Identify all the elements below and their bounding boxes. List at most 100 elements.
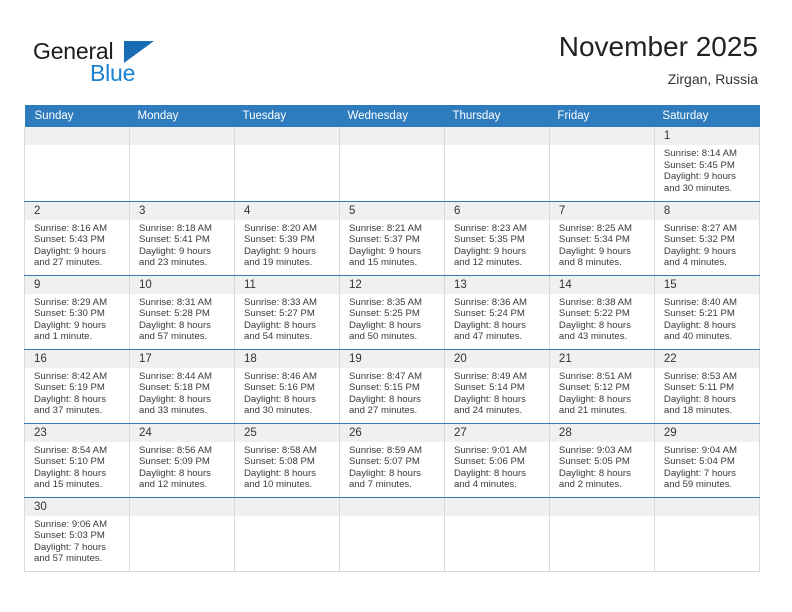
calendar-day-cell[interactable]: 19 Sunrise: 8:47 AM Sunset: 5:15 PM Dayligh… [338, 349, 445, 424]
calendar-day-cell[interactable]: 21 Sunrise: 8:51 AM Sunset: 5:12 PM Dayligh… [548, 349, 655, 424]
calendar-week-row: 16 Sunrise: 8:42 AM Sunset: 5:19 PM Dayligh… [24, 349, 761, 424]
location-subtitle: Zirgan, Russia [667, 71, 758, 87]
day-details: Sunrise: 8:53 AM Sunset: 5:11 PM Daylight:… [655, 368, 759, 417]
daylight-duration-line1: Daylight: 8 hours [558, 393, 631, 405]
day-details: Sunrise: 8:21 AM Sunset: 5:37 PM Daylight:… [340, 220, 444, 269]
day-details: Sunrise: 8:31 AM Sunset: 5:28 PM Daylight:… [130, 294, 234, 343]
calendar-day-cell[interactable]: 23 Sunrise: 8:54 AM Sunset: 5:10 PM Dayligh… [24, 423, 130, 498]
calendar-day-cell[interactable]: 16 Sunrise: 8:42 AM Sunset: 5:19 PM Dayligh… [24, 349, 130, 424]
day-number-placeholder [234, 127, 339, 145]
sunrise-time: Sunrise: 8:25 AM [558, 222, 632, 234]
daylight-duration-line1: Daylight: 9 hours [138, 245, 211, 257]
calendar-day-cell[interactable]: 13 Sunrise: 8:36 AM Sunset: 5:24 PM Dayligh… [443, 275, 550, 350]
day-details: Sunrise: 8:40 AM Sunset: 5:21 PM Daylight:… [655, 294, 759, 343]
daylight-duration-line2: and 43 minutes. [558, 331, 628, 343]
day-details: Sunrise: 9:06 AM Sunset: 5:03 PM Daylight:… [25, 516, 129, 565]
daylight-duration-line1: Daylight: 8 hours [558, 319, 631, 331]
day-details: Sunrise: 8:59 AM Sunset: 5:07 PM Daylight:… [340, 442, 444, 491]
calendar-day-cell[interactable]: 27 Sunrise: 9:01 AM Sunset: 5:06 PM Dayligh… [443, 423, 550, 498]
day-details: Sunrise: 8:27 AM Sunset: 5:32 PM Daylight:… [655, 220, 759, 269]
daylight-duration-line2: and 33 minutes. [138, 405, 208, 417]
calendar-day-cell[interactable]: 11 Sunrise: 8:33 AM Sunset: 5:27 PM Dayligh… [233, 275, 340, 350]
daylight-duration-line2: and 59 minutes. [663, 479, 733, 491]
calendar-cell-empty [548, 497, 655, 572]
daylight-duration-line2: and 10 minutes. [243, 479, 313, 491]
calendar-cell-empty [338, 127, 445, 202]
daylight-duration-line2: and 21 minutes. [558, 405, 628, 417]
sunrise-time: Sunrise: 9:03 AM [558, 444, 632, 456]
calendar-day-cell[interactable]: 20 Sunrise: 8:49 AM Sunset: 5:14 PM Dayligh… [443, 349, 550, 424]
day-details: Sunrise: 8:54 AM Sunset: 5:10 PM Daylight:… [25, 442, 129, 491]
sunrise-time: Sunrise: 8:20 AM [243, 222, 318, 234]
calendar-day-cell[interactable]: 10 Sunrise: 8:31 AM Sunset: 5:28 PM Dayligh… [128, 275, 235, 350]
calendar-day-cell[interactable]: 8 Sunrise: 8:27 AM Sunset: 5:32 PM Daylight… [653, 201, 761, 276]
sunrise-time: Sunrise: 8:42 AM [34, 370, 108, 382]
calendar-day-cell[interactable]: 2 Sunrise: 8:16 AM Sunset: 5:43 PM Daylight… [24, 201, 130, 276]
daylight-duration-line1: Daylight: 7 hours [663, 467, 736, 479]
day-number: 15 [654, 275, 759, 294]
calendar-day-cell[interactable]: 18 Sunrise: 8:46 AM Sunset: 5:16 PM Dayligh… [233, 349, 340, 424]
day-details: Sunrise: 8:25 AM Sunset: 5:34 PM Daylight:… [550, 220, 654, 269]
daylight-duration-line2: and 47 minutes. [453, 331, 523, 343]
calendar-day-cell[interactable]: 15 Sunrise: 8:40 AM Sunset: 5:21 PM Dayligh… [653, 275, 761, 350]
day-number: 9 [25, 275, 129, 294]
daylight-duration-line1: Daylight: 8 hours [663, 319, 736, 331]
calendar-day-cell[interactable]: 3 Sunrise: 8:18 AM Sunset: 5:41 PM Daylight… [128, 201, 235, 276]
calendar-day-cell[interactable]: 7 Sunrise: 8:25 AM Sunset: 5:34 PM Daylight… [548, 201, 655, 276]
page-header: General Blue November 2025 Zirgan, Russi… [0, 0, 792, 104]
calendar-day-cell[interactable]: 4 Sunrise: 8:20 AM Sunset: 5:39 PM Daylight… [233, 201, 340, 276]
calendar-day-cell[interactable]: 5 Sunrise: 8:21 AM Sunset: 5:37 PM Daylight… [338, 201, 445, 276]
calendar-day-cell[interactable]: 1 Sunrise: 8:14 AM Sunset: 5:45 PM Daylight… [653, 127, 761, 202]
calendar-day-cell[interactable]: 9 Sunrise: 8:29 AM Sunset: 5:30 PM Daylight… [24, 275, 130, 350]
daylight-duration-line2: and 23 minutes. [138, 257, 208, 269]
calendar-day-cell[interactable]: 25 Sunrise: 8:58 AM Sunset: 5:08 PM Dayligh… [233, 423, 340, 498]
sunset-time: Sunset: 5:12 PM [558, 382, 630, 394]
calendar-day-cell[interactable]: 28 Sunrise: 9:03 AM Sunset: 5:05 PM Dayligh… [548, 423, 655, 498]
daylight-duration-line1: Daylight: 9 hours [558, 245, 631, 257]
daylight-duration-line2: and 37 minutes. [34, 405, 103, 417]
calendar-day-cell[interactable]: 24 Sunrise: 8:56 AM Sunset: 5:09 PM Dayligh… [128, 423, 235, 498]
calendar-day-cell[interactable]: 12 Sunrise: 8:35 AM Sunset: 5:25 PM Dayligh… [338, 275, 445, 350]
daylight-duration-line1: Daylight: 9 hours [663, 171, 736, 183]
sunrise-time: Sunrise: 8:53 AM [663, 370, 737, 382]
calendar-cell-empty [443, 497, 550, 572]
weekday-header-monday: Monday [129, 105, 235, 127]
sunset-time: Sunset: 5:03 PM [34, 530, 105, 542]
calendar-week-row: 2 Sunrise: 8:16 AM Sunset: 5:43 PM Daylight… [24, 201, 761, 276]
daylight-duration-line1: Daylight: 8 hours [348, 319, 421, 331]
calendar-day-cell[interactable]: 14 Sunrise: 8:38 AM Sunset: 5:22 PM Dayligh… [548, 275, 655, 350]
day-details: Sunrise: 8:42 AM Sunset: 5:19 PM Daylight:… [25, 368, 129, 417]
daylight-duration-line2: and 4 minutes. [663, 257, 727, 269]
calendar-day-cell[interactable]: 22 Sunrise: 8:53 AM Sunset: 5:11 PM Dayligh… [653, 349, 761, 424]
day-number: 20 [444, 349, 549, 368]
sunset-time: Sunset: 5:05 PM [558, 456, 630, 468]
day-details: Sunrise: 8:38 AM Sunset: 5:22 PM Daylight:… [550, 294, 654, 343]
weekday-header-wednesday: Wednesday [339, 105, 445, 127]
calendar-day-cell[interactable]: 30 Sunrise: 9:06 AM Sunset: 5:03 PM Dayligh… [24, 497, 130, 572]
sunrise-time: Sunrise: 8:54 AM [34, 444, 108, 456]
daylight-duration-line2: and 40 minutes. [663, 331, 733, 343]
calendar-week-row: 1 Sunrise: 8:14 AM Sunset: 5:45 PM Daylight… [24, 127, 761, 202]
day-number: 18 [234, 349, 339, 368]
sunset-time: Sunset: 5:24 PM [453, 308, 525, 320]
daylight-duration-line2: and 27 minutes. [348, 405, 418, 417]
sunrise-time: Sunrise: 8:31 AM [138, 296, 213, 308]
calendar-day-cell[interactable]: 6 Sunrise: 8:23 AM Sunset: 5:35 PM Daylight… [443, 201, 550, 276]
day-number: 2 [25, 201, 129, 220]
daylight-duration-line2: and 7 minutes. [348, 479, 412, 491]
sunrise-time: Sunrise: 8:47 AM [348, 370, 423, 382]
weekday-header-tuesday: Tuesday [234, 105, 340, 127]
daylight-duration-line2: and 18 minutes. [663, 405, 733, 417]
sunrise-time: Sunrise: 8:46 AM [243, 370, 318, 382]
day-number: 26 [339, 423, 444, 442]
day-number: 4 [234, 201, 339, 220]
calendar-day-cell[interactable]: 17 Sunrise: 8:44 AM Sunset: 5:18 PM Dayligh… [128, 349, 235, 424]
day-number: 19 [339, 349, 444, 368]
daylight-duration-line2: and 57 minutes. [34, 553, 103, 565]
day-number: 6 [444, 201, 549, 220]
calendar-day-cell[interactable]: 26 Sunrise: 8:59 AM Sunset: 5:07 PM Dayligh… [338, 423, 445, 498]
calendar-day-cell[interactable]: 29 Sunrise: 9:04 AM Sunset: 5:04 PM Dayligh… [653, 423, 761, 498]
daylight-duration-line1: Daylight: 8 hours [138, 467, 211, 479]
sunrise-time: Sunrise: 8:38 AM [558, 296, 632, 308]
daylight-duration-line1: Daylight: 8 hours [243, 467, 316, 479]
